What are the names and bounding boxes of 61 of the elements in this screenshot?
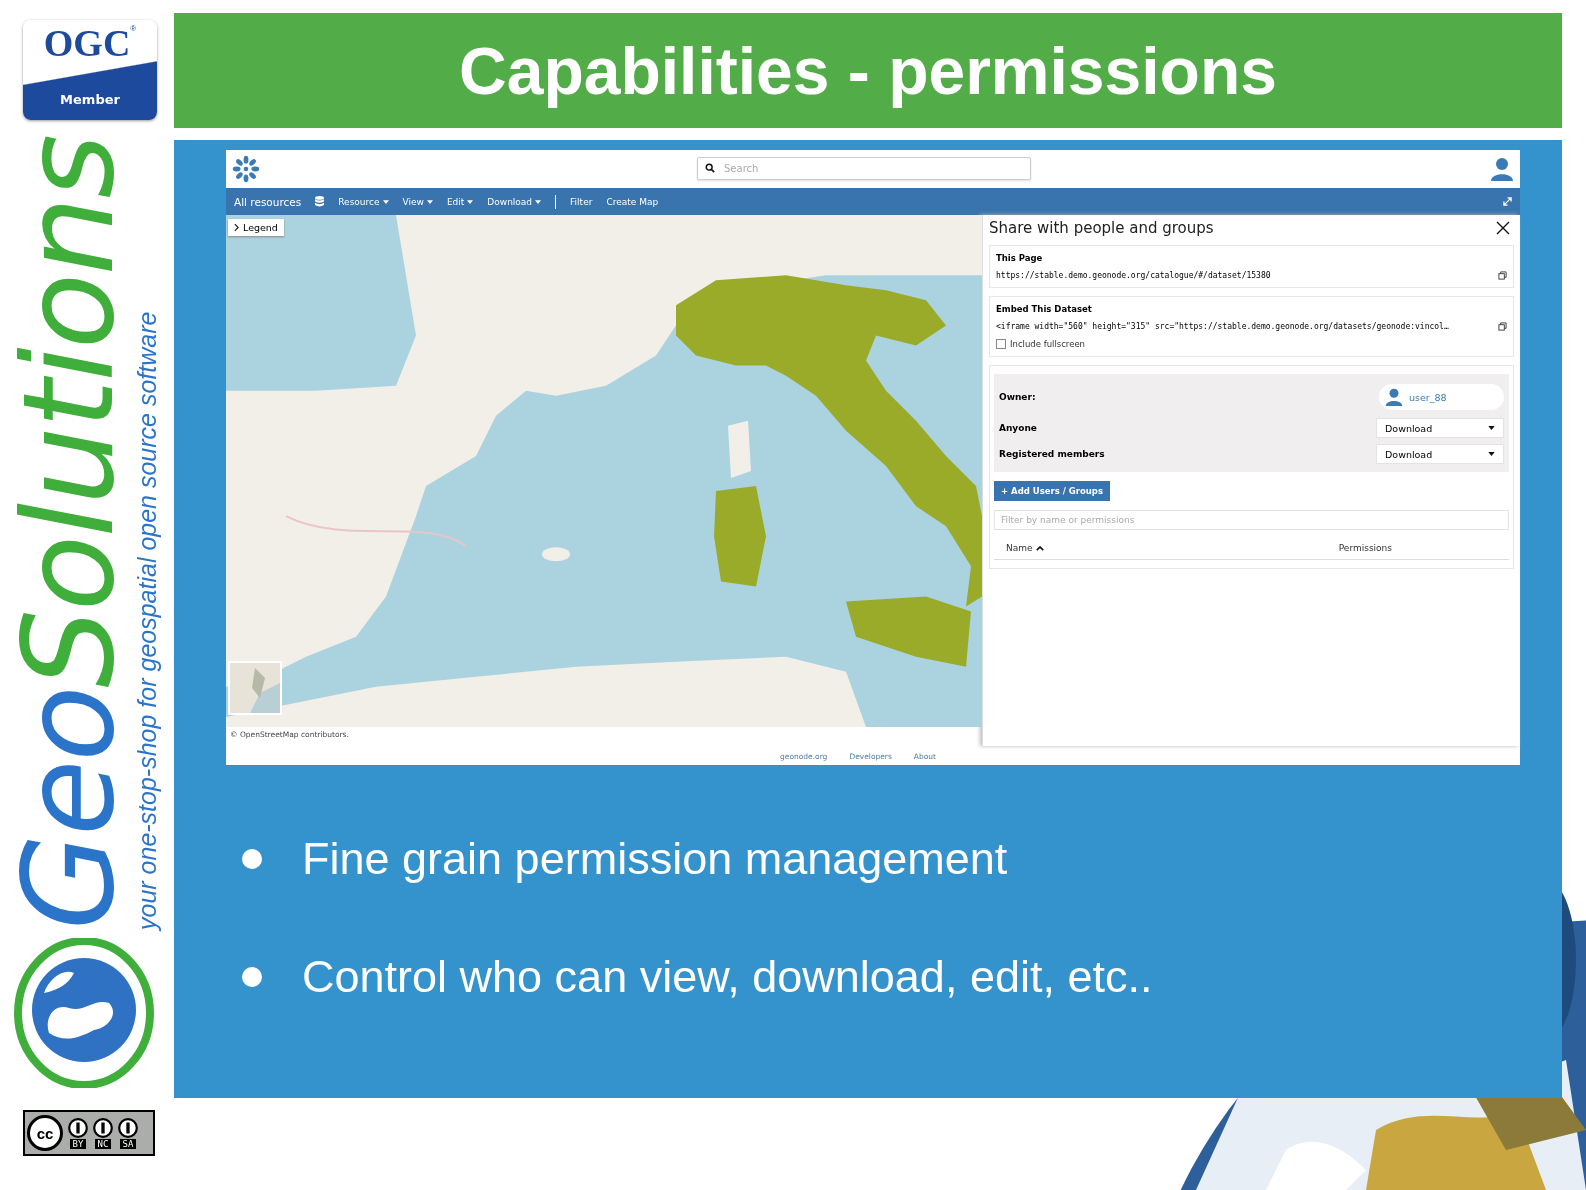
column-header[interactable]: Permissions: [1338, 543, 1392, 553]
brand-name: Solutions: [6, 136, 131, 688]
checkbox-label: Include fullscreen: [1010, 339, 1085, 349]
caret-icon: [467, 199, 474, 204]
license-term: BY: [69, 1139, 87, 1149]
brand-name: Geo: [6, 687, 131, 930]
cc-symbol: cc: [27, 1115, 63, 1151]
menu-link[interactable]: Filter: [570, 196, 593, 207]
registered-mark: ®: [130, 24, 137, 33]
embed-code: <iframe width="560" height="315" src="https://stable.demo.geonode.org/datasets/geonode:vincol…: [996, 322, 1449, 331]
search-icon: [705, 163, 715, 173]
page-url: https://stable.demo.geonode.org/catalogue/#/dataset/15380: [996, 271, 1271, 280]
user-avatar-icon[interactable]: [1490, 156, 1514, 182]
permission-select[interactable]: Download: [1376, 444, 1504, 464]
caret-icon: [1488, 452, 1495, 456]
chevron-right-icon: [234, 223, 239, 232]
bullet-icon: [242, 967, 262, 987]
caret-icon: [1488, 426, 1495, 430]
copy-icon[interactable]: [1498, 322, 1507, 331]
license-term: NC: [94, 1139, 112, 1149]
filter-field[interactable]: Filter by name or permissions: [994, 510, 1509, 530]
flower-logo-icon: [232, 155, 260, 183]
menu-dropdown[interactable]: Edit: [446, 196, 474, 207]
column-header[interactable]: Name: [1006, 543, 1044, 553]
caret-icon: [382, 199, 389, 204]
license-term-icon: [92, 1117, 114, 1139]
card-label: Embed This Dataset: [996, 304, 1093, 314]
ogc-name: OGC: [43, 24, 131, 62]
ogc-caption: Member: [60, 92, 120, 107]
panel-title: Share with people and groups: [989, 219, 1214, 237]
brand-tagline: your one-stop-shop for geospatial open source software: [132, 310, 162, 930]
card-label: This Page: [996, 253, 1044, 263]
license-term-icon: [67, 1117, 89, 1139]
owner-chip[interactable]: user_88: [1379, 384, 1504, 410]
license-term-icon: [117, 1117, 139, 1139]
copy-icon[interactable]: [1498, 271, 1507, 280]
checkbox[interactable]: [996, 339, 1006, 349]
permission-select[interactable]: Download: [1376, 418, 1504, 438]
bullet-text: Fine grain permission management: [302, 833, 1008, 885]
license-term: SA: [119, 1139, 137, 1149]
caret-icon: [426, 199, 433, 204]
owner-label: Owner:: [999, 392, 1036, 402]
search-field[interactable]: Search: [697, 157, 1031, 180]
menu-link[interactable]: All resources: [234, 195, 302, 208]
database-icon[interactable]: [315, 196, 325, 207]
add-users-button[interactable]: + Add Users / Groups: [994, 481, 1110, 501]
legend-button[interactable]: Legend: [228, 219, 284, 236]
bullet-text: Control who can view, download, edit, etc..: [302, 951, 1153, 1003]
permission-label: Registered members: [999, 449, 1105, 459]
permission-label: Anyone: [999, 423, 1037, 433]
caret-icon: [535, 199, 542, 204]
owner-name: user_88: [1409, 391, 1447, 403]
menu-dropdown[interactable]: View: [402, 196, 433, 207]
menu-dropdown[interactable]: Resource: [338, 196, 389, 207]
bullet-icon: [242, 849, 262, 869]
close-icon[interactable]: [1496, 221, 1510, 235]
menu-link[interactable]: Create Map: [606, 196, 659, 207]
user-icon: [1385, 388, 1403, 406]
menu-dropdown[interactable]: Download: [487, 196, 542, 207]
slide-title: Capabilities - permissions: [459, 32, 1277, 109]
expand-icon[interactable]: [1503, 197, 1512, 206]
